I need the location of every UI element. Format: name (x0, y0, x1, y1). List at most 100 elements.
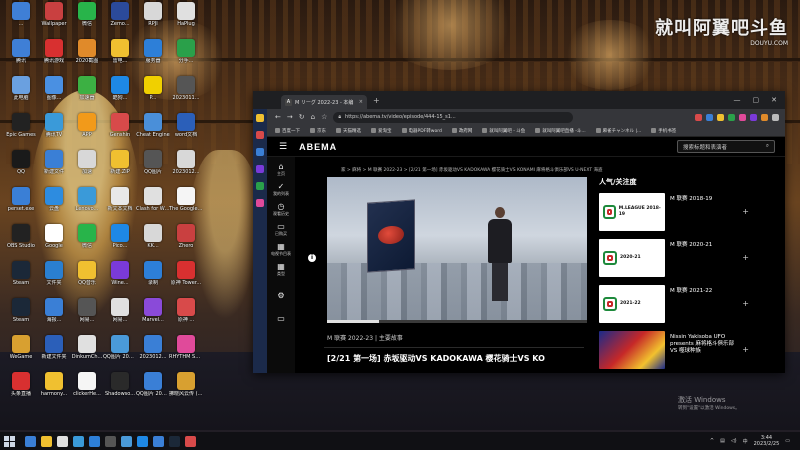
desktop-icon[interactable]: WeGame (4, 335, 38, 371)
nav-item[interactable]: ▭ 已购买 (267, 222, 295, 237)
desktop-icon[interactable]: 网易... (103, 298, 137, 334)
desktop-icon[interactable]: 录制 (136, 261, 170, 297)
settings-icon[interactable]: ⚙ (267, 291, 295, 300)
sidebar-app-icon[interactable] (256, 148, 264, 156)
related-item[interactable]: Nissin Yakisoba UFO presents 麻将格斗俱乐部 VS … (599, 331, 749, 371)
desktop-icon[interactable]: 头条直播 (4, 372, 38, 408)
taskbar-app-icon[interactable] (41, 435, 52, 447)
network-icon[interactable]: ▤ (720, 438, 725, 444)
taskbar-app-icon[interactable] (185, 435, 196, 447)
favorite-star-icon[interactable]: ☆ (321, 113, 327, 121)
desktop-icon[interactable]: 腾讯游戏 (37, 39, 71, 75)
desktop-icon[interactable]: QQ图片 2023012... (103, 335, 137, 371)
desktop-icon[interactable]: 新文本文档 (103, 187, 137, 223)
desktop-icon[interactable]: 微信 (70, 2, 104, 38)
notification-icon[interactable]: ▭ (785, 438, 790, 444)
tab-close-icon[interactable]: × (359, 99, 363, 105)
nav-item[interactable]: ▦ 电视节目表 (267, 242, 295, 257)
desktop-icon[interactable]: 加速器 (70, 76, 104, 112)
reload-button[interactable]: ↻ (299, 113, 305, 121)
desktop-icon[interactable]: 分手... (169, 39, 203, 75)
desktop-icon[interactable]: 海报... (37, 298, 71, 334)
desktop-icon[interactable]: Wallpaper (37, 2, 71, 38)
desktop-icon[interactable]: Genshin (103, 113, 137, 149)
desktop-icon[interactable]: Zhero (169, 224, 203, 260)
taskbar-app-icon[interactable] (105, 435, 116, 447)
video-player[interactable] (327, 177, 587, 323)
related-thumbnail[interactable]: 2021-22 (599, 285, 665, 323)
desktop-icon[interactable]: 微信 (70, 224, 104, 260)
desktop-icon[interactable]: Zemo... (103, 2, 137, 38)
desktop-icon[interactable]: QQ (4, 150, 38, 186)
start-button[interactable] (4, 435, 15, 447)
desktop-icon[interactable]: Shadowso... (103, 372, 137, 408)
hamburger-menu-icon[interactable]: ☰ (279, 142, 287, 152)
ime-indicator[interactable]: 中 (743, 438, 748, 445)
desktop-icon[interactable]: 腾讯 (4, 39, 38, 75)
desktop-icon[interactable]: P... (136, 76, 170, 112)
display-icon[interactable]: ▭ (267, 314, 295, 323)
desktop-icon[interactable]: Cheat Engine (136, 113, 170, 149)
nav-item[interactable]: ⌂ 主页 (267, 162, 295, 177)
add-to-list-icon[interactable]: + (742, 345, 749, 354)
desktop-icon[interactable]: 图像... (37, 76, 71, 112)
desktop-icon[interactable]: 腾讯TV (37, 113, 71, 149)
extension-icon[interactable] (728, 113, 735, 121)
desktop-icon[interactable]: 2020截图 (70, 39, 104, 75)
sidebar-app-icon[interactable] (256, 131, 264, 139)
bookmark-item[interactable]: 就叫阿翼吧 - 斗鱼 (482, 128, 525, 134)
volume-icon[interactable]: ◁) (731, 438, 737, 444)
desktop-icon[interactable]: 雷电... (103, 39, 137, 75)
desktop-icon[interactable]: perset.exe (4, 187, 38, 223)
bookmark-item[interactable]: 天猫精选 (336, 128, 361, 134)
desktop-icon[interactable]: harmony... (37, 372, 71, 408)
sidebar-app-icon[interactable] (256, 182, 264, 190)
bookmark-item[interactable]: 麻雀チャンネル |... (595, 128, 641, 134)
new-tab-button[interactable]: + (373, 96, 380, 105)
taskbar-app-icon[interactable] (57, 435, 68, 447)
extension-icon[interactable] (717, 113, 724, 121)
home-button[interactable]: ⌂ (311, 113, 315, 121)
desktop-icon[interactable]: Marvel... (136, 298, 170, 334)
sidebar-star-icon[interactable] (256, 114, 264, 122)
desktop-icon[interactable]: Pico... (103, 224, 137, 260)
desktop-icon[interactable]: APP (70, 113, 104, 149)
desktop-icon[interactable]: 原神 Tower... (169, 261, 203, 297)
taskbar-app-icon[interactable] (169, 435, 180, 447)
nav-item[interactable]: ◷ 观看历史 (267, 202, 295, 217)
taskbar-app-icon[interactable] (137, 435, 148, 447)
desktop-icon[interactable]: 加速 (70, 150, 104, 186)
related-thumbnail[interactable]: M.LEAGUE 2018-19 (599, 193, 665, 231)
extension-icon[interactable] (739, 113, 746, 121)
bookmark-item[interactable]: 百度一下 (275, 128, 300, 134)
desktop-icon[interactable]: DinkumCh... (70, 335, 104, 371)
bookmark-item[interactable]: 就叫阿翼吧直播 -斗... (535, 128, 586, 134)
related-item[interactable]: M.LEAGUE 2018-19 M 联赛 2018-19 + (599, 193, 749, 233)
add-to-list-icon[interactable]: + (742, 253, 749, 262)
desktop-icon[interactable]: 网易... (70, 298, 104, 334)
info-icon[interactable]: i (308, 254, 316, 262)
bookmark-item[interactable]: 电器PDF转word (401, 128, 442, 134)
forward-button[interactable]: → (287, 113, 293, 121)
breadcrumb[interactable]: 家 > 麻将 > M 联赛 2022-23 > [2/21 第一场] 赤坂驱动V… (341, 167, 603, 173)
desktop-icon[interactable]: OBS Studio (4, 224, 38, 260)
desktop-icon[interactable]: Wine... (103, 261, 137, 297)
desktop-icon[interactable]: QQ图片 2023012... (136, 372, 170, 408)
add-to-list-icon[interactable]: + (742, 299, 749, 308)
desktop-icon[interactable]: 服务器 (136, 39, 170, 75)
desktop-icon[interactable]: Steam (4, 261, 38, 297)
close-window-button[interactable]: ✕ (771, 96, 777, 104)
sidebar-app-icon[interactable] (256, 199, 264, 207)
desktop-icon[interactable]: 云盘 (37, 187, 71, 223)
desktop-icon[interactable]: 原神 ... (169, 298, 203, 334)
desktop-icon[interactable]: 2023011... (169, 76, 203, 112)
bookmark-item[interactable]: 爱淘宝 (371, 128, 392, 134)
search-input[interactable]: 搜索标题和表演者 ⌕ (677, 140, 775, 153)
bookmark-item[interactable]: 政府网 (451, 128, 472, 134)
maximize-button[interactable]: ▢ (753, 96, 760, 104)
desktop-icon[interactable]: clickerHe... (70, 372, 104, 408)
related-item[interactable]: 2021-22 M 联赛 2021-22 + (599, 285, 749, 325)
taskbar-app-icon[interactable] (89, 435, 100, 447)
desktop-icon[interactable]: RPJI (136, 2, 170, 38)
address-bar[interactable]: 🔒︎ https://abema.tv/video/episode/444-15… (333, 111, 574, 123)
